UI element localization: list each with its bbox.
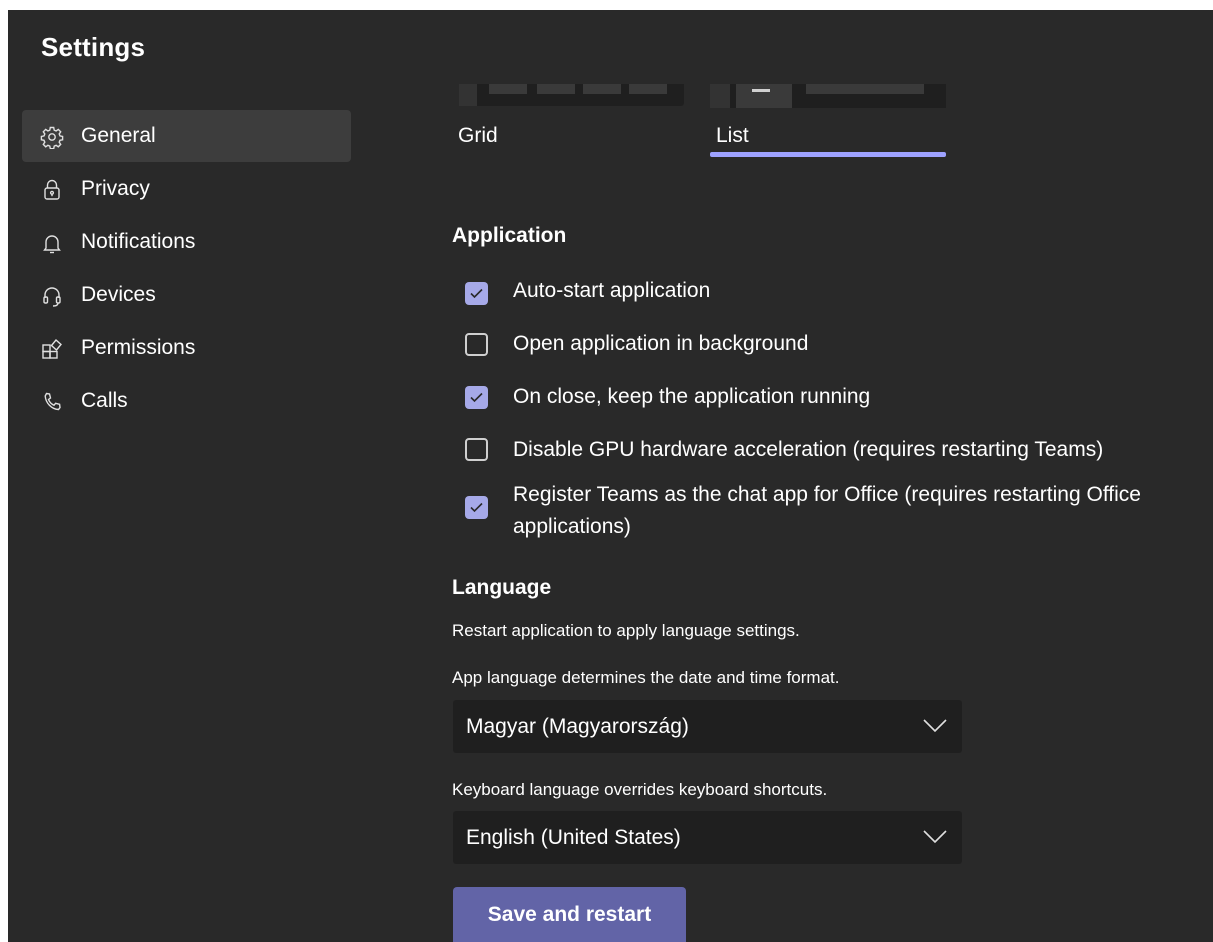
- auto-start-label: Auto-start application: [513, 279, 711, 302]
- disable-gpu-checkbox[interactable]: [465, 438, 488, 461]
- keyboard-language-note: Keyboard language overrides keyboard sho…: [452, 780, 828, 799]
- app-language-value: Magyar (Magyarország): [466, 715, 689, 738]
- keep-running-label: On close, keep the application running: [513, 385, 871, 408]
- nav-label-general: General: [81, 124, 156, 147]
- lock-icon: [40, 178, 64, 202]
- nav-item-notifications[interactable]: Notifications: [22, 216, 351, 268]
- nav-label-privacy: Privacy: [81, 177, 150, 200]
- nav-label-devices: Devices: [81, 283, 156, 306]
- settings-title: Settings: [41, 32, 146, 62]
- language-heading: Language: [452, 576, 552, 599]
- open-in-background-label: Open application in background: [513, 332, 809, 355]
- open-in-background-checkbox[interactable]: [465, 333, 488, 356]
- list-layout-label[interactable]: List: [716, 124, 749, 148]
- restart-note: Restart application to apply language se…: [452, 621, 800, 640]
- apps-icon: [40, 337, 64, 361]
- register-chat-app-checkbox[interactable]: [465, 496, 488, 519]
- settings-nav: General Privacy Notifications Devices Pe…: [22, 110, 351, 428]
- nav-item-privacy[interactable]: Privacy: [22, 163, 351, 215]
- nav-label-notifications: Notifications: [81, 230, 196, 253]
- nav-item-permissions[interactable]: Permissions: [22, 322, 351, 374]
- register-chat-app-label: Register Teams as the chat app for Offic…: [513, 483, 1141, 538]
- grid-layout-thumbnail[interactable]: [459, 84, 684, 106]
- nav-label-calls: Calls: [81, 389, 128, 412]
- keyboard-language-value: English (United States): [466, 826, 681, 849]
- list-layout-thumbnail[interactable]: [710, 84, 946, 108]
- nav-item-calls[interactable]: Calls: [22, 375, 351, 427]
- bell-icon: [40, 231, 64, 255]
- general-settings-panel: Grid List Application Auto-start applica…: [452, 10, 1212, 942]
- grid-layout-label[interactable]: Grid: [458, 124, 498, 148]
- gear-icon: [40, 125, 64, 149]
- app-language-dropdown[interactable]: Magyar (Magyarország): [453, 700, 962, 753]
- chevron-down-icon: [922, 828, 948, 849]
- settings-window: Settings General Privacy Notifications D…: [8, 10, 1213, 942]
- nav-label-permissions: Permissions: [81, 336, 196, 359]
- keep-running-checkbox[interactable]: [465, 386, 488, 409]
- nav-item-devices[interactable]: Devices: [22, 269, 351, 321]
- auto-start-checkbox[interactable]: [465, 282, 488, 305]
- disable-gpu-label: Disable GPU hardware acceleration (requi…: [513, 438, 1104, 461]
- headset-icon: [40, 284, 64, 308]
- list-selected-indicator: [710, 152, 946, 157]
- nav-item-general[interactable]: General: [22, 110, 351, 162]
- save-and-restart-button[interactable]: Save and restart: [453, 887, 686, 942]
- app-language-note: App language determines the date and tim…: [452, 668, 840, 687]
- chevron-down-icon: [922, 717, 948, 738]
- phone-icon: [40, 390, 64, 414]
- keyboard-language-dropdown[interactable]: English (United States): [453, 811, 962, 864]
- application-heading: Application: [452, 224, 567, 247]
